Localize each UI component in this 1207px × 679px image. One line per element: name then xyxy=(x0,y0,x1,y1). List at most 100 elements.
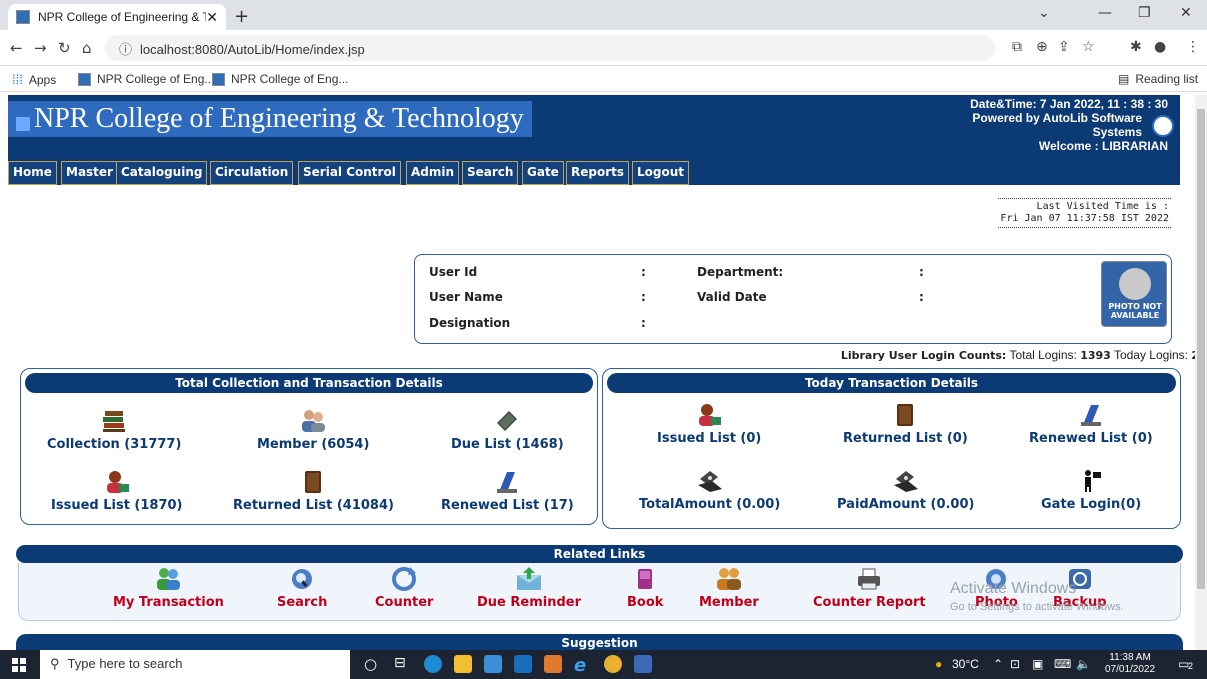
total-panel-title: Total Collection and Transaction Details xyxy=(25,373,593,393)
user-name-label: User Name xyxy=(429,290,503,304)
network-icon[interactable]: ⊡ xyxy=(1010,657,1020,671)
edge-icon[interactable] xyxy=(424,655,442,673)
counter-link[interactable]: Counter xyxy=(375,567,433,610)
windows-start-icon[interactable] xyxy=(12,658,26,672)
profile-icon[interactable]: ● xyxy=(1154,39,1166,55)
share-icon[interactable]: ⇪ xyxy=(1058,39,1070,55)
paid-amount-link[interactable]: PaidAmount (0.00) xyxy=(837,469,974,512)
page-scrollbar[interactable] xyxy=(1195,95,1207,650)
menu-cataloguing[interactable]: Cataloguing xyxy=(116,161,208,185)
menu-admin[interactable]: Admin xyxy=(406,161,460,185)
member-link-related[interactable]: Member xyxy=(699,567,759,610)
browser-tab[interactable]: NPR College of Engineering & Te ✕ xyxy=(8,4,226,30)
forward-icon[interactable]: → xyxy=(34,39,47,57)
login-counts: Library User Login Counts: Total Logins:… xyxy=(841,348,1199,362)
menu-search[interactable]: Search xyxy=(462,161,519,185)
browser-menu-icon[interactable]: ⋮ xyxy=(1186,39,1200,55)
today-issued-link[interactable]: Issued List (0) xyxy=(657,403,761,446)
menu-logout[interactable]: Logout xyxy=(632,161,690,185)
notifications-count: 2 xyxy=(1188,661,1194,671)
today-renewed-label: Renewed List (0) xyxy=(1029,431,1153,446)
java-icon[interactable] xyxy=(544,655,562,673)
open-in-app-icon[interactable]: ⧉ xyxy=(1012,39,1022,55)
file-explorer-icon[interactable] xyxy=(454,655,472,673)
returned-book-icon xyxy=(305,471,322,493)
browser-tab-bar: NPR College of Engineering & Te ✕ + ⌄ — … xyxy=(0,0,1207,30)
display-icon[interactable]: ▣ xyxy=(1032,657,1043,671)
counter-report-link[interactable]: Counter Report xyxy=(813,567,926,610)
user-name-colon: : xyxy=(641,290,646,304)
renewed-list-link[interactable]: Renewed List (17) xyxy=(441,470,574,513)
weather-temp[interactable]: 30°C xyxy=(952,657,979,671)
reading-list-icon: ▤ xyxy=(1118,72,1130,86)
issued-list-link[interactable]: Issued List (1870) xyxy=(51,470,183,513)
menu-reports[interactable]: Reports xyxy=(566,161,630,185)
back-icon[interactable]: ← xyxy=(10,39,23,57)
show-hidden-icons-icon[interactable]: ⌃ xyxy=(993,657,1003,671)
user-photo: PHOTO NOT AVAILABLE xyxy=(1101,261,1167,327)
mail-app-icon[interactable] xyxy=(514,655,532,673)
minimize-icon[interactable]: — xyxy=(1098,5,1112,21)
avatar-placeholder-icon xyxy=(1119,268,1151,300)
zoom-icon[interactable]: ⊕ xyxy=(1036,39,1048,55)
watermark-line1: Activate Windows xyxy=(950,580,1077,597)
volume-icon[interactable]: 🔈 xyxy=(1076,657,1091,671)
today-transaction-panel: Today Transaction Details Issued List (0… xyxy=(602,368,1181,529)
total-amount-link[interactable]: TotalAmount (0.00) xyxy=(639,469,780,512)
word-icon[interactable] xyxy=(634,655,652,673)
search-link[interactable]: Search xyxy=(277,567,327,610)
today-returned-link[interactable]: Returned List (0) xyxy=(843,403,968,446)
restore-icon[interactable]: ❐ xyxy=(1138,5,1151,21)
task-view-icon[interactable]: ⊟ xyxy=(394,655,412,673)
book-link[interactable]: Book xyxy=(627,567,663,610)
chrome-icon[interactable] xyxy=(604,655,622,673)
collection-link[interactable]: Collection (31777) xyxy=(47,409,181,452)
url-text: localhost:8080/AutoLib/Home/index.jsp xyxy=(140,42,365,57)
due-reminder-link[interactable]: Due Reminder xyxy=(477,567,581,610)
close-tab-icon[interactable]: ✕ xyxy=(206,9,218,26)
internet-explorer-icon[interactable]: e xyxy=(574,655,592,676)
collection-label: Collection (31777) xyxy=(47,437,182,452)
issued-user-icon xyxy=(699,404,722,426)
home-icon[interactable]: ⌂ xyxy=(82,39,92,57)
designation-label: Designation xyxy=(429,316,511,330)
last-visited-label: Last Visited Time is : xyxy=(1036,201,1169,212)
url-field[interactable]: ⓘ localhost:8080/AutoLib/Home/index.jsp xyxy=(105,35,995,61)
taskbar-search[interactable]: ⚲ Type here to search xyxy=(40,650,350,679)
info-icon[interactable]: ⓘ xyxy=(119,42,132,57)
counter-label: Counter xyxy=(375,595,434,610)
bookmark-npr-2[interactable]: NPR College of Eng... xyxy=(212,72,348,86)
member-link[interactable]: Member (6054) xyxy=(257,409,369,452)
menu-serial-control[interactable]: Serial Control xyxy=(298,161,401,185)
activate-windows-watermark: Activate Windows Go to Settings to activ… xyxy=(950,580,1124,616)
close-window-icon[interactable]: ✕ xyxy=(1180,5,1192,21)
welcome-user: Welcome : LIBRARIAN xyxy=(1038,139,1168,153)
paid-amount-label: PaidAmount (0.00) xyxy=(837,497,975,512)
scrollbar-thumb[interactable] xyxy=(1197,109,1205,589)
my-transaction-link[interactable]: My Transaction xyxy=(113,567,224,610)
new-tab-icon[interactable]: + xyxy=(234,6,249,27)
apps-grid-icon: ⁞⁞⁞ xyxy=(12,72,23,87)
menu-master[interactable]: Master xyxy=(61,161,118,185)
users-icon xyxy=(157,568,181,590)
taskbar-clock[interactable]: 11:38 AM 07/01/2022 xyxy=(1105,652,1155,676)
returned-list-link[interactable]: Returned List (41084) xyxy=(233,470,394,513)
tab-search-icon[interactable]: ⌄ xyxy=(1038,5,1050,21)
today-renewed-link[interactable]: Renewed List (0) xyxy=(1029,403,1153,446)
extensions-icon[interactable]: ✱ xyxy=(1130,39,1142,55)
bookmark-apps[interactable]: ⁞⁞⁞ Apps xyxy=(12,72,56,87)
reading-list[interactable]: ▤ Reading list xyxy=(1118,72,1198,86)
bookmark-star-icon[interactable]: ☆ xyxy=(1082,39,1095,55)
menu-gate[interactable]: Gate xyxy=(522,161,564,185)
cortana-icon[interactable]: ○ xyxy=(364,655,382,673)
due-list-link[interactable]: Due List (1468) xyxy=(451,409,564,452)
user-id-label: User Id xyxy=(429,265,478,279)
menu-home[interactable]: Home xyxy=(8,161,57,185)
store-icon[interactable] xyxy=(484,655,502,673)
language-icon[interactable]: ⌨ xyxy=(1054,657,1071,671)
gate-login-link[interactable]: Gate Login(0) xyxy=(1041,469,1141,512)
reload-icon[interactable]: ↻ xyxy=(58,39,71,57)
bookmark-npr-1[interactable]: NPR College of Eng... xyxy=(78,72,214,86)
today-returned-label: Returned List (0) xyxy=(843,431,968,446)
menu-circulation[interactable]: Circulation xyxy=(210,161,294,185)
